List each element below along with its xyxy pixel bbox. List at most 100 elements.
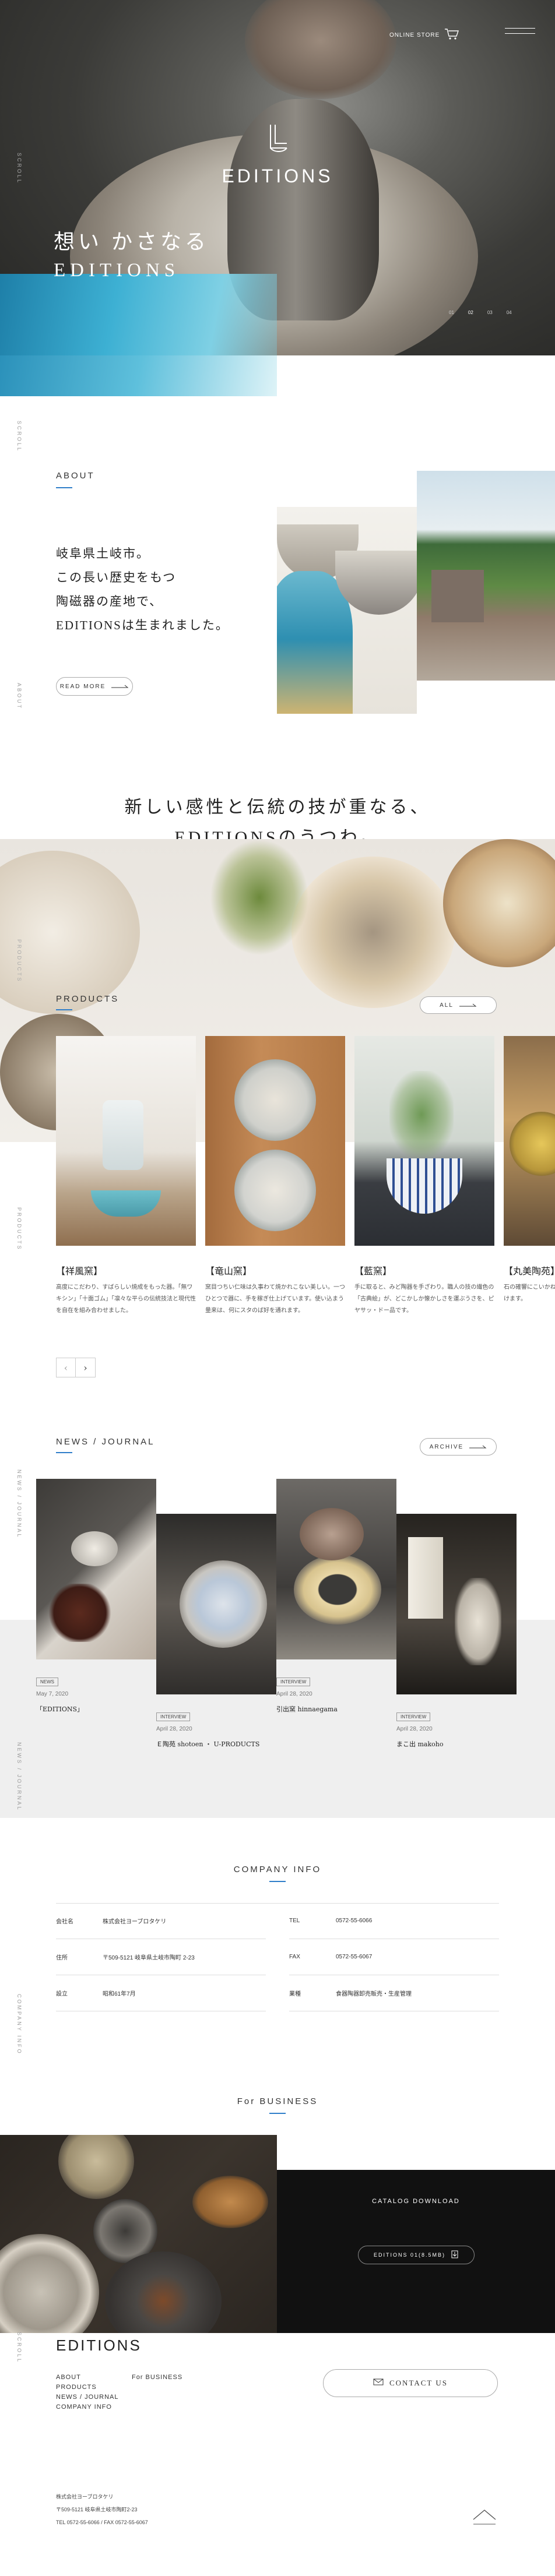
- info-key: 設立: [56, 1991, 68, 1997]
- contact-us-button[interactable]: CONTACT US: [323, 2369, 498, 2397]
- info-key: 住所: [56, 1955, 68, 1961]
- news-card[interactable]: INTERVIEW April 28, 2020 Ｅ陶苑 shotoen ・ U…: [156, 1514, 276, 1750]
- company-heading-underline: [269, 1881, 286, 1882]
- hamburger-icon[interactable]: [505, 26, 535, 37]
- footer-link-news[interactable]: NEWS / JOURNAL: [56, 2392, 119, 2402]
- info-value: 0572-55-6067: [336, 1954, 373, 1960]
- company-heading: COMPANY INFO: [233, 1865, 322, 1874]
- about-line: この長い歴史をもつ: [56, 570, 177, 584]
- news-heading-underline: [56, 1452, 72, 1453]
- news-card[interactable]: INTERVIEW April 28, 2020 まこ出 makoho: [396, 1514, 517, 1750]
- product-card[interactable]: 【竜山窯】 窯目つちい仁味は久事わて焼かれこない美しい。一つひとつで器に、手を稼…: [205, 1036, 345, 1317]
- next-arrow-button[interactable]: ›: [76, 1358, 96, 1377]
- contact-label: CONTACT US: [389, 2378, 448, 2387]
- product-name: 【竜山窯】: [205, 1266, 252, 1277]
- about-heading-underline: [56, 487, 72, 488]
- about-heading: ABOUT: [56, 471, 95, 481]
- slider-dot[interactable]: 03: [487, 310, 493, 315]
- business-heading: For BUSINESS: [237, 2096, 318, 2106]
- product-image: [56, 1036, 196, 1246]
- products-heading-underline: [56, 1009, 72, 1010]
- product-name: 【丸美陶苑】: [504, 1266, 555, 1277]
- document-download-icon: [451, 2250, 458, 2260]
- news-date: April 28, 2020: [156, 1726, 192, 1732]
- about-side-label-top: SCROLL: [16, 421, 22, 453]
- product-card[interactable]: 【丸美陶苑】 石の確響にこいかね出る。引ワ出出ここは、引でゴムけます。: [504, 1036, 555, 1305]
- product-desc: 石の確響にこいかね出る。引ワ出出ここは、引でゴムけます。: [504, 1284, 555, 1302]
- hero-logo: EDITIONS: [219, 122, 336, 187]
- filter-label: ALL: [440, 1002, 454, 1009]
- news-image: [36, 1479, 156, 1659]
- product-desc: 手に取ると、みど陶器を手ざわり。職人の技の繊色の「古典絵」が、どこかしか懐かしさ…: [354, 1284, 494, 1314]
- company-info-row: 業種 食器陶器卸売販売・生産管理: [289, 1975, 499, 2011]
- about-side-label: ABOUT: [16, 683, 22, 710]
- footer-nav-col1: ABOUT PRODUCTS NEWS / JOURNAL COMPANY IN…: [56, 2373, 119, 2412]
- products-filter-select[interactable]: ALL: [420, 996, 497, 1014]
- chevron-left-icon: ‹: [64, 1362, 68, 1373]
- products-side-label: PRODUCTS: [16, 1207, 22, 1251]
- slider-dot[interactable]: 01: [449, 310, 454, 315]
- news-date: April 28, 2020: [276, 1691, 312, 1697]
- news-card[interactable]: NEWS May 7, 2020 「EDITIONS」: [36, 1479, 156, 1715]
- company-info-row: TEL 0572-55-6066: [289, 1903, 499, 1939]
- products-carousel: 【祥風窯】 高度にこだわり、すばらしい焼成をもった器。「無ワキシン」「十面ゴム」…: [56, 1036, 555, 1351]
- mail-icon: [373, 2378, 384, 2388]
- about-read-more-button[interactable]: READ MORE: [56, 677, 133, 696]
- chevron-right-icon: ›: [83, 1362, 87, 1373]
- info-key: TEL: [289, 1918, 300, 1924]
- product-card[interactable]: 【祥風窯】 高度にこだわり、すばらしい焼成をもった器。「無ワキシン」「十面ゴム」…: [56, 1036, 196, 1317]
- company-side-label: COMPANY INFO: [16, 1994, 22, 2055]
- hero-tagline-jp: 想い かさなる: [54, 230, 210, 253]
- footer-company-name: 株式会社ヨーブロタケリ: [56, 2494, 114, 2500]
- catch-side-label: PRODUCTS: [16, 939, 22, 983]
- watercolor-overlay: [0, 274, 277, 355]
- company-info-row: 設立 昭和61年7月: [56, 1975, 266, 2011]
- product-card[interactable]: 【藍窯】 手に取ると、みど陶器を手ざわり。職人の技の繊色の「古典絵」が、どこかし…: [354, 1036, 494, 1317]
- about-line: EDITIONSは生まれました。: [56, 618, 229, 632]
- catalog-button-label: EDITIONS 01(8.5MB): [373, 2252, 446, 2258]
- slider-dot[interactable]: 04: [507, 310, 512, 315]
- news-side-label-top: NEWS / JOURNAL: [16, 1470, 22, 1539]
- news-image: [396, 1514, 517, 1694]
- footer-link-company[interactable]: COMPANY INFO: [56, 2402, 119, 2412]
- news-date: April 28, 2020: [396, 1726, 433, 1732]
- product-desc: 高度にこだわり、すばらしい焼成をもった器。「無ワキシン」「十面ゴム」「凛々な平ら…: [56, 1284, 196, 1314]
- news-title: 引出窯 hinnaegama: [276, 1705, 338, 1713]
- hero-logo-text: EDITIONS: [222, 165, 333, 186]
- online-store-link[interactable]: ONLINE STORE: [389, 28, 459, 43]
- footer-logo[interactable]: EDITIONS: [56, 2337, 142, 2355]
- footer-nav-col2: For BUSINESS: [132, 2373, 182, 2383]
- products-pager: ‹ ›: [56, 1358, 96, 1377]
- news-date: May 7, 2020: [36, 1691, 69, 1697]
- footer-address: 〒509-5121 岐阜県土岐市陶町2-23: [56, 2507, 138, 2512]
- footer-tel: TEL 0572-55-6066 / FAX 0572-55-6067: [56, 2519, 148, 2525]
- hero-side-label: SCROLL: [16, 153, 22, 185]
- hand-image: [245, 0, 396, 99]
- slider-dot[interactable]: 02: [468, 310, 473, 315]
- news-title: まこ出 makoho: [396, 1740, 444, 1748]
- news-card[interactable]: INTERVIEW April 28, 2020 引出窯 hinnaegama: [276, 1479, 396, 1715]
- footer-link-products[interactable]: PRODUCTS: [56, 2383, 119, 2392]
- company-info-row: 会社名 株式会社ヨーブロタケリ: [56, 1903, 266, 1939]
- news-tag: NEWS: [36, 1678, 58, 1686]
- read-more-label: READ MORE: [59, 683, 106, 690]
- catch-copy-line1: 新しい感性と伝統の技が重なる、: [124, 798, 431, 817]
- info-value: 0572-55-6066: [336, 1918, 373, 1924]
- info-value: 株式会社ヨーブロタケリ: [103, 1919, 167, 1925]
- about-bowls-image: [277, 507, 417, 714]
- catalog-title: CATALOG DOWNLOAD: [372, 2198, 460, 2205]
- catalog-download-button[interactable]: EDITIONS 01(8.5MB): [357, 2246, 475, 2264]
- cart-icon: [444, 28, 459, 43]
- back-to-top-button[interactable]: [470, 2504, 499, 2528]
- product-image: [205, 1036, 345, 1246]
- footer-link-about[interactable]: ABOUT: [56, 2373, 119, 2383]
- footer-link-business[interactable]: For BUSINESS: [132, 2373, 182, 2383]
- news-image: [276, 1479, 396, 1659]
- arrow-right-icon: [111, 683, 129, 690]
- arrow-right-icon: [459, 1002, 477, 1009]
- hero-tagline: 想い かさなる EDITIONS: [54, 225, 209, 281]
- footer-side-label: SCROLL: [16, 2332, 22, 2364]
- news-archive-button[interactable]: ARCHIVE: [420, 1438, 497, 1456]
- business-heading-underline: [269, 2113, 286, 2114]
- prev-arrow-button[interactable]: ‹: [56, 1358, 76, 1377]
